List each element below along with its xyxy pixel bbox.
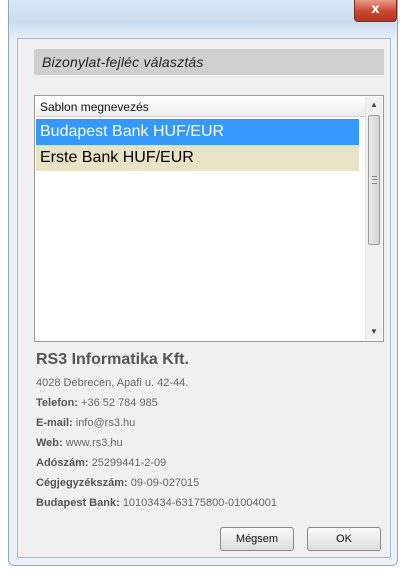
scrollbar-thumb[interactable] [368,115,380,245]
company-tax: Adószám: 25299441-2-09 [36,457,166,469]
dialog-header: Bizonylat-fejléc választás [34,49,384,75]
template-list[interactable]: Sablon megnevezés Budapest Bank HUF/EUR … [34,95,384,342]
company-phone: Telefon: +36 52 784 985 [36,397,158,409]
tax-value: 25299441-2-09 [91,457,167,469]
company-bank: Budapest Bank: 10103434-63175800-0100400… [36,497,277,509]
scroll-up-icon[interactable]: ▲ [366,97,382,113]
web-value: www.rs3.hu [65,437,123,449]
cancel-button[interactable]: Mégsem [220,527,294,551]
list-item[interactable]: Budapest Bank HUF/EUR [36,119,359,145]
bank-label: Budapest Bank: [36,497,120,509]
company-registration: Cégjegyzékszám: 09-09-027015 [36,477,199,489]
vertical-scrollbar[interactable]: ▲ ▼ [365,97,382,340]
close-button[interactable]: x [354,0,397,22]
close-icon: x [371,2,380,17]
company-address: 4028 Debrecen, Apafi u. 42-44. [36,377,189,389]
phone-label: Telefon: [36,397,78,409]
grip-icon [372,176,377,184]
column-header-template-name[interactable]: Sablon megnevezés [36,97,366,117]
registration-label: Cégjegyzékszám: [36,477,128,489]
company-web: Web: www.rs3.hu [36,437,123,449]
registration-value: 09-09-027015 [130,477,200,489]
list-item[interactable]: Erste Bank HUF/EUR [36,145,359,171]
web-label: Web: [36,437,63,449]
company-email: E-mail: info@rs3.hu [36,417,135,429]
tax-label: Adószám: [36,457,89,469]
bank-value: 10103434-63175800-01004001 [122,497,277,509]
dialog-client-area: Bizonylat-fejléc választás Sablon megnev… [17,38,391,558]
ok-button[interactable]: OK [307,527,381,551]
scroll-down-icon[interactable]: ▼ [366,324,382,340]
phone-value: +36 52 784 985 [81,397,158,409]
company-name: RS3 Informatika Kft. [36,351,189,368]
email-value: info@rs3.hu [75,417,136,429]
dialog-window: x Bizonylat-fejléc választás Sablon megn… [8,0,398,566]
email-label: E-mail: [36,417,73,429]
